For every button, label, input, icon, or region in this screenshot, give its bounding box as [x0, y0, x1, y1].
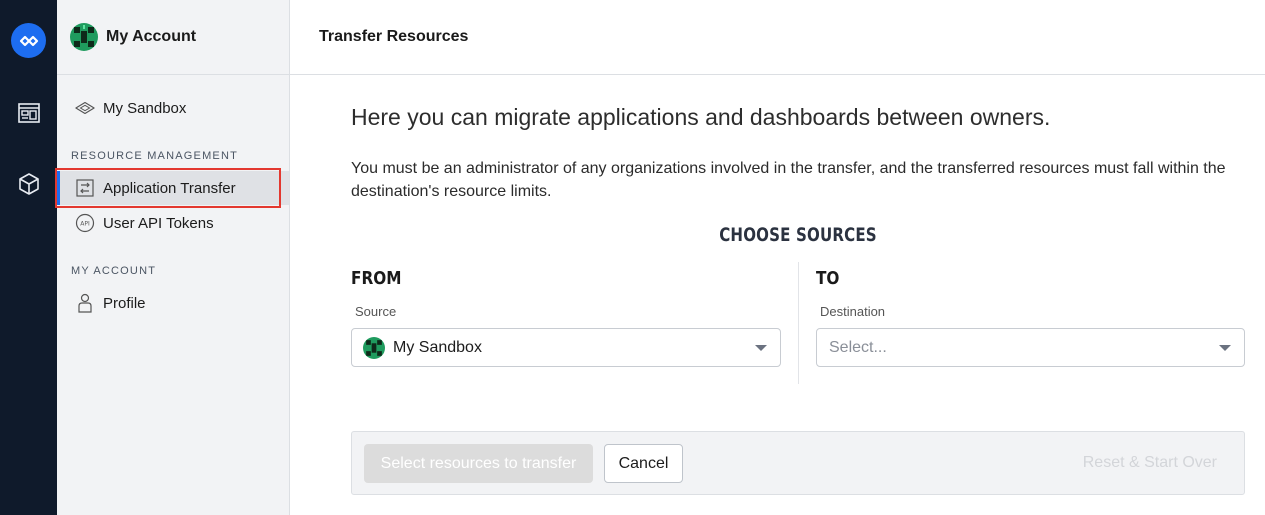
- destination-placeholder: Select...: [829, 338, 887, 356]
- destination-label: Destination: [820, 304, 886, 319]
- from-heading: FROM: [351, 268, 402, 289]
- source-select[interactable]: My Sandbox: [351, 328, 781, 367]
- page-title: Transfer Resources: [319, 28, 469, 45]
- app-rail: [0, 0, 57, 515]
- to-heading: TO: [816, 268, 840, 289]
- chevron-down-icon: [1219, 345, 1231, 351]
- cancel-button[interactable]: Cancel: [604, 444, 683, 483]
- intro-text: Here you can migrate applications and da…: [351, 104, 1051, 130]
- sidebar-item-profile[interactable]: Profile: [57, 286, 289, 320]
- action-bar: Select resources to transfer Cancel Rese…: [351, 431, 1245, 495]
- user-icon: [75, 293, 95, 313]
- reset-start-over-button[interactable]: Reset & Start Over: [1083, 454, 1217, 472]
- source-value: My Sandbox: [393, 338, 482, 356]
- sandbox-icon: [75, 98, 95, 118]
- api-token-icon: API: [75, 213, 95, 233]
- source-label: Source: [355, 304, 397, 319]
- account-avatar: [70, 23, 98, 51]
- cube-icon[interactable]: [14, 169, 43, 198]
- sandbox-avatar: [363, 336, 385, 359]
- choose-sources-heading: CHOOSE SOURCES: [719, 224, 877, 246]
- sidebar-item-user-api-tokens[interactable]: API User API Tokens: [57, 206, 289, 240]
- page-header: Transfer Resources: [290, 0, 1265, 75]
- account-title: My Account: [106, 28, 197, 45]
- column-divider: [798, 262, 799, 384]
- account-header: My Account: [57, 0, 289, 75]
- transfer-icon: [75, 178, 95, 198]
- sidebar: My Account My Sandbox RESOURCE MANAGEMEN…: [55, 0, 290, 515]
- destination-select[interactable]: Select...: [816, 328, 1245, 367]
- chevron-down-icon: [755, 345, 767, 351]
- svg-text:API: API: [80, 221, 90, 228]
- dashboard-icon[interactable]: [14, 98, 43, 127]
- description-text: You must be an administrator of any orga…: [351, 160, 1226, 200]
- section-label-my-account: MY ACCOUNT: [71, 265, 157, 277]
- sidebar-item-my-sandbox[interactable]: My Sandbox: [57, 91, 289, 125]
- app-logo-icon[interactable]: [11, 23, 46, 58]
- sidebar-item-application-transfer[interactable]: Application Transfer: [57, 171, 289, 205]
- sidebar-item-label: Application Transfer: [103, 179, 236, 197]
- select-resources-button[interactable]: Select resources to transfer: [364, 444, 593, 483]
- sidebar-item-label: User API Tokens: [103, 214, 214, 232]
- sidebar-item-label: My Sandbox: [103, 99, 187, 117]
- section-label-resource-management: RESOURCE MANAGEMENT: [71, 150, 239, 162]
- sidebar-item-label: Profile: [103, 294, 146, 312]
